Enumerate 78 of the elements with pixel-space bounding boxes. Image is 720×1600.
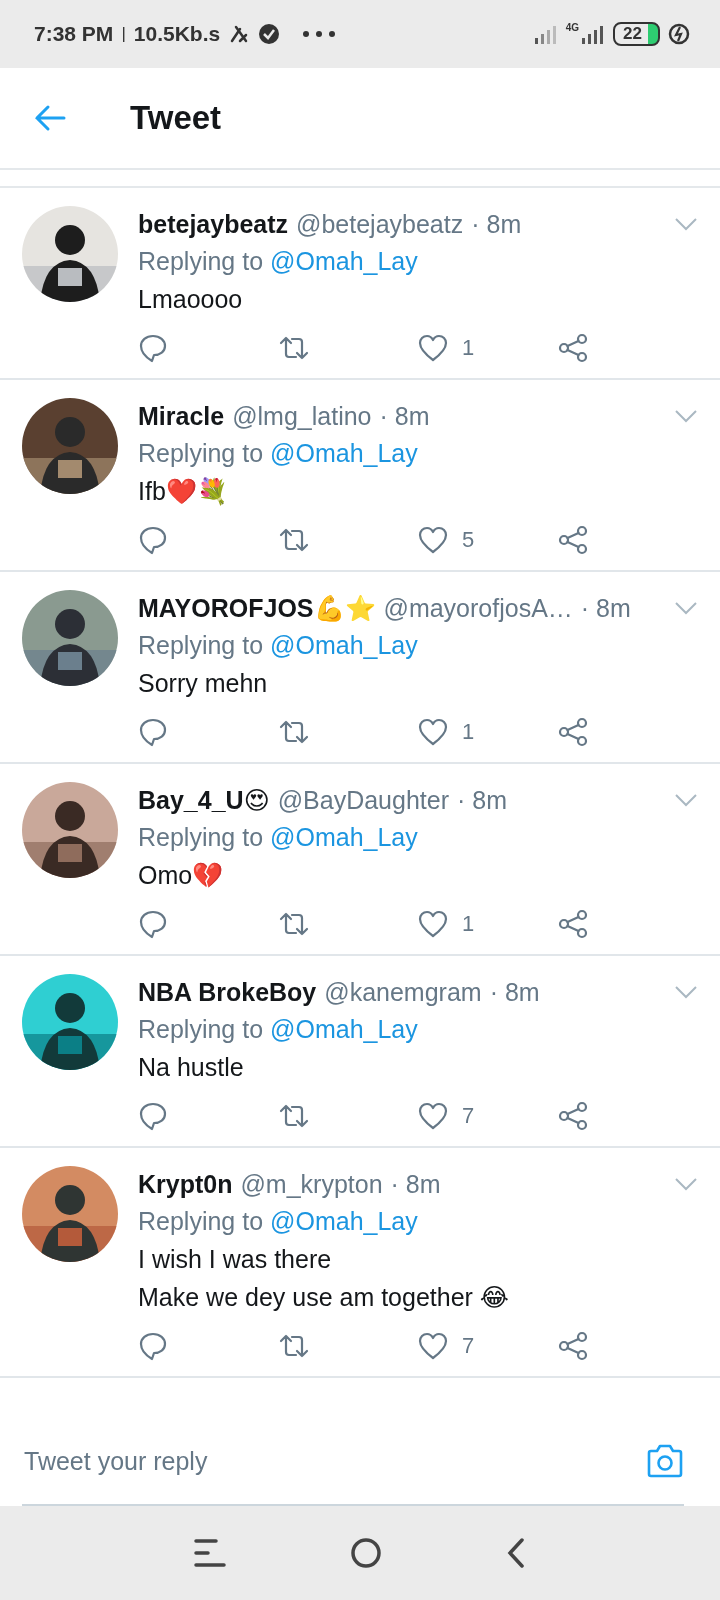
network-speed: 10.5Kb.s xyxy=(133,22,221,46)
share-icon[interactable] xyxy=(558,525,588,555)
like-count: 1 xyxy=(462,335,475,361)
retweet-icon[interactable] xyxy=(278,1332,310,1360)
tweet-text: Ifb❤💐 xyxy=(138,476,229,508)
retweet-icon[interactable] xyxy=(278,526,310,554)
like-count: 1 xyxy=(462,719,475,745)
replying-label: Replying to xyxy=(138,246,264,277)
reply-icon[interactable] xyxy=(138,717,168,747)
share-icon[interactable] xyxy=(558,717,588,747)
back-icon[interactable] xyxy=(506,1537,526,1569)
user-name[interactable]: Krypt0n xyxy=(138,1169,233,1199)
tweet-text: Na hustle xyxy=(138,1052,245,1083)
retweet-icon[interactable] xyxy=(278,334,310,362)
reply-input-field[interactable]: Tweet your reply xyxy=(22,1445,646,1477)
tweet-time: · 8m xyxy=(489,977,540,1007)
tweet-text: I wish I was there xyxy=(138,1244,333,1275)
tweet-text: Lmaoooo xyxy=(138,284,244,315)
charging-icon xyxy=(668,23,690,45)
heart-icon[interactable] xyxy=(418,1332,448,1360)
share-icon[interactable] xyxy=(558,909,588,939)
tweet-time: · 8m xyxy=(471,209,522,239)
replying-label: Replying to xyxy=(138,822,264,853)
camera-icon[interactable] xyxy=(646,1444,684,1478)
battery-level: 22 xyxy=(613,22,660,46)
retweet-icon[interactable] xyxy=(278,718,310,746)
user-handle: @mayorofjosA… xyxy=(383,593,573,623)
menu-icon[interactable] xyxy=(194,1538,226,1568)
reply-icon[interactable] xyxy=(138,1101,168,1131)
share-icon[interactable] xyxy=(558,1331,588,1361)
page-title: Tweet xyxy=(130,99,222,137)
check-circle-icon xyxy=(258,23,281,45)
share-icon[interactable] xyxy=(558,333,588,363)
reply-icon[interactable] xyxy=(138,333,168,363)
more-icon xyxy=(302,30,337,38)
like-count: 7 xyxy=(462,1103,475,1129)
tweet-time: · 8m xyxy=(457,785,507,815)
retweet-icon[interactable] xyxy=(278,910,310,938)
reply-icon[interactable] xyxy=(138,1331,168,1361)
like-count: 7 xyxy=(462,1333,475,1359)
heart-icon[interactable] xyxy=(418,718,448,746)
user-name[interactable]: MAYOROFJOS💪⭐ xyxy=(138,593,376,623)
clock-time: 7:38 PM xyxy=(34,22,114,46)
retweet-icon[interactable] xyxy=(278,1102,310,1130)
separator-text: | xyxy=(121,24,126,44)
replying-label: Replying to xyxy=(138,1014,264,1045)
tweet-text: Sorry mehn xyxy=(138,668,269,699)
home-icon[interactable] xyxy=(350,1537,382,1569)
user-name[interactable]: Bay_4_U😍 xyxy=(138,785,270,815)
heart-icon[interactable] xyxy=(418,910,448,938)
tweet-text: Make we dey use am together 😂 xyxy=(138,1282,511,1313)
tweet-time: · 8m xyxy=(379,401,430,431)
tweet-text: Omo💔 xyxy=(138,860,225,891)
heart-icon[interactable] xyxy=(418,1102,448,1130)
reply-icon[interactable] xyxy=(138,525,168,555)
user-handle: @m_krypton xyxy=(240,1169,383,1199)
user-handle: @lmg_latino xyxy=(232,401,372,431)
user-name[interactable]: betejaybeatz xyxy=(138,209,289,239)
tweet-time: · 8m xyxy=(390,1169,441,1199)
user-handle: @betejaybeatz xyxy=(296,209,464,239)
back-arrow-icon[interactable] xyxy=(34,104,66,132)
replying-label: Replying to xyxy=(138,630,264,661)
heart-icon[interactable] xyxy=(418,526,448,554)
like-count: 1 xyxy=(462,911,475,937)
user-handle: @kanemgram xyxy=(324,977,482,1007)
like-count: 5 xyxy=(462,527,475,553)
user-name[interactable]: Miracle xyxy=(138,401,225,431)
user-name[interactable]: NBA BrokeBoy xyxy=(138,977,317,1007)
share-icon[interactable] xyxy=(558,1101,588,1131)
heart-icon[interactable] xyxy=(418,334,448,362)
user-handle: @BayDaughter xyxy=(277,785,449,815)
reply-icon[interactable] xyxy=(138,909,168,939)
network-type: 4G xyxy=(565,21,580,33)
replying-label: Replying to xyxy=(138,1206,264,1237)
tweet-time: · 8m xyxy=(580,593,631,623)
signal-icon xyxy=(533,24,558,44)
replying-label: Replying to xyxy=(138,438,264,469)
signal-icon xyxy=(581,24,606,44)
